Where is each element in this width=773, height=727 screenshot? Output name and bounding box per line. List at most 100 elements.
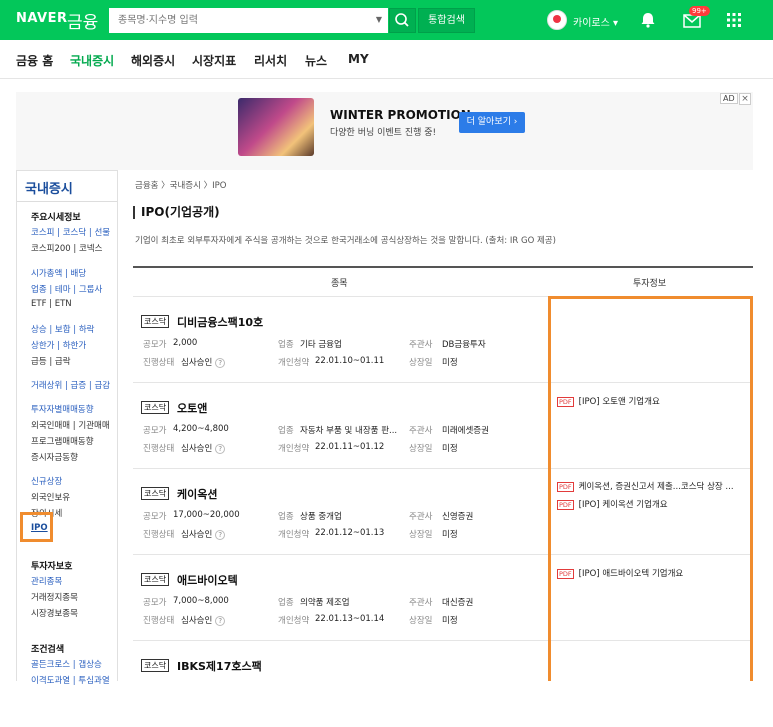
- subscription-period: 22.01.12~01.13: [315, 528, 385, 538]
- status-label: 진행상태: [143, 530, 175, 540]
- dropdown-caret-icon[interactable]: ▼: [376, 15, 382, 24]
- sidebar-item-marketcap[interactable]: 시가총액 | 배당: [31, 267, 86, 279]
- close-icon[interactable]: ×: [739, 93, 751, 105]
- sidebar-item-foreign[interactable]: 외국인매매 | 기관매매: [31, 419, 110, 431]
- company-name[interactable]: 오토앤: [177, 400, 207, 416]
- status: 심사승인?: [181, 442, 226, 454]
- industry: 의약품 제조업: [300, 598, 350, 608]
- sidebar-item-condition-search[interactable]: 조건검색: [31, 642, 64, 655]
- ad-description[interactable]: 다양한 버닝 이벤트 진행 중!: [330, 125, 436, 138]
- status: 심사승인?: [181, 528, 226, 540]
- ad-label: AD: [720, 93, 738, 104]
- finance-logo[interactable]: 금융: [67, 8, 98, 33]
- sidebar-item-new-listing[interactable]: 신규상장: [31, 475, 62, 487]
- offer-price: 4,200~4,800: [173, 424, 229, 434]
- sidebar-item-managed[interactable]: 관리종목: [31, 575, 62, 587]
- offer-price: 17,000~20,000: [173, 510, 240, 520]
- sidebar-item-limit[interactable]: 상한가 | 하한가: [31, 339, 86, 351]
- naver-logo[interactable]: NAVER: [16, 11, 68, 26]
- listing-label: 상장일: [409, 616, 433, 626]
- ad-title[interactable]: WINTER PROMOTION: [330, 108, 471, 122]
- subscription-label: 개인청약: [278, 616, 310, 626]
- price-label: 공모가: [143, 340, 167, 350]
- sidebar-item-investor-protection[interactable]: 투자자보호: [31, 559, 72, 572]
- listing-label: 상장일: [409, 444, 433, 454]
- sidebar-item-program[interactable]: 프로그램매매동향: [31, 435, 94, 447]
- tab-research[interactable]: 리서치: [254, 52, 287, 69]
- lead-manager: 신영증권: [442, 512, 474, 522]
- ad-image[interactable]: [238, 98, 314, 156]
- search-button[interactable]: [389, 8, 416, 33]
- sidebar-item-sector[interactable]: 업종 | 테마 | 그룹사: [31, 283, 102, 295]
- top-bar: NAVER 금융 ▼ 통합검색 카이로스 ▾ 99+: [0, 0, 773, 40]
- sidebar-item-disparity[interactable]: 이격도과열 | 투심과열: [31, 674, 110, 686]
- industry-label: 업종: [278, 598, 294, 608]
- total-search-button[interactable]: 통합검색: [418, 8, 475, 33]
- status-label: 진행상태: [143, 358, 175, 368]
- help-icon[interactable]: ?: [215, 615, 226, 626]
- sidebar-item-etf[interactable]: ETF | ETN: [31, 299, 72, 309]
- sidebar-item-surge[interactable]: 급등 | 급락: [31, 355, 71, 367]
- status: 심사승인?: [181, 614, 226, 626]
- mail-badge: 99+: [689, 6, 710, 16]
- sidebar-item-alert[interactable]: 시장경보종목: [31, 607, 78, 619]
- status-label: 진행상태: [143, 444, 175, 454]
- sidebar-item-funds[interactable]: 증시자금동향: [31, 451, 78, 463]
- industry: 상품 중개업: [300, 512, 342, 522]
- status-label: 진행상태: [143, 616, 175, 626]
- price-label: 공모가: [143, 426, 167, 436]
- column-header-info: 투자정보: [633, 279, 667, 289]
- sidebar-item-suspended[interactable]: 거래정지종목: [31, 591, 78, 603]
- tab-news[interactable]: 뉴스: [305, 52, 327, 69]
- divider: [133, 266, 753, 268]
- sidebar-item-volume[interactable]: 거래상위 | 급증 | 급감: [31, 379, 110, 391]
- search-input[interactable]: [110, 9, 372, 32]
- user-menu[interactable]: 카이로스 ▾: [573, 14, 618, 29]
- market-badge: 코스닥: [141, 659, 170, 672]
- sidebar-item-golden-cross[interactable]: 골든크로스 | 갭상승: [31, 658, 102, 670]
- sidebar-title[interactable]: 국내증시: [25, 178, 73, 197]
- listing-date: 미정: [442, 358, 458, 368]
- subscription-label: 개인청약: [278, 444, 310, 454]
- status: 심사승인?: [181, 356, 226, 368]
- sidebar-item-rise[interactable]: 상승 | 보합 | 하락: [31, 323, 94, 335]
- app-grid-icon[interactable]: [726, 12, 742, 28]
- tab-domestic[interactable]: 국내증시: [70, 52, 114, 69]
- help-icon[interactable]: ?: [215, 357, 226, 368]
- tab-my[interactable]: MY: [348, 52, 369, 66]
- price-label: 공모가: [143, 512, 167, 522]
- tab-indicators[interactable]: 시장지표: [192, 52, 236, 69]
- finance-nav: 금융 홈 국내증시 해외증시 시장지표 리서치 뉴스 MY: [0, 40, 773, 79]
- help-icon[interactable]: ?: [215, 443, 226, 454]
- help-icon[interactable]: ?: [215, 529, 226, 540]
- avatar[interactable]: [547, 10, 567, 30]
- company-name[interactable]: IBKS제17호스팩: [177, 658, 262, 674]
- sidebar-item-main-quotes[interactable]: 주요시세정보: [31, 210, 81, 223]
- industry-label: 업종: [278, 340, 294, 350]
- ad-learn-more-button[interactable]: 더 알아보기 ›: [459, 112, 525, 133]
- lead-label: 주관사: [409, 426, 433, 436]
- breadcrumb[interactable]: 금융홈 〉국내증시 〉IPO: [135, 179, 226, 191]
- page-title: IPO(기업공개): [133, 206, 220, 219]
- sidebar-item-investor[interactable]: 투자자별매매동향: [31, 403, 94, 415]
- ad-banner[interactable]: WINTER PROMOTION 다양한 버닝 이벤트 진행 중! 더 알아보기…: [16, 92, 753, 170]
- tab-finance-home[interactable]: 금융 홈: [16, 52, 53, 69]
- subscription-period: 22.01.13~01.14: [315, 614, 385, 624]
- company-name[interactable]: 케이옥션: [177, 486, 217, 502]
- company-name[interactable]: 애드바이오텍: [177, 572, 238, 588]
- listing-label: 상장일: [409, 530, 433, 540]
- tab-overseas[interactable]: 해외증시: [131, 52, 175, 69]
- sidebar-item-foreign-holding[interactable]: 외국인보유: [31, 491, 70, 503]
- company-name[interactable]: 디비금융스팩10호: [177, 314, 263, 330]
- sidebar-item-kospi-kosdaq[interactable]: 코스피 | 코스닥 | 선물: [31, 226, 110, 238]
- page-description: 기업이 최초로 외부투자자에게 주식을 공개하는 것으로 한국거래소에 공식상장…: [135, 236, 556, 246]
- lead-manager: DB금융투자: [442, 340, 486, 350]
- sidebar-item-kospi200[interactable]: 코스피200 | 코넥스: [31, 242, 102, 254]
- lead-label: 주관사: [409, 512, 433, 522]
- listing-date: 미정: [442, 616, 458, 626]
- market-badge: 코스닥: [141, 315, 170, 328]
- sidebar: 국내증시 주요시세정보 코스피 | 코스닥 | 선물 코스피200 | 코넥스 …: [16, 170, 118, 686]
- subscription-period: 22.01.11~01.12: [315, 442, 385, 452]
- bell-icon[interactable]: [638, 10, 658, 30]
- listing-date: 미정: [442, 444, 458, 454]
